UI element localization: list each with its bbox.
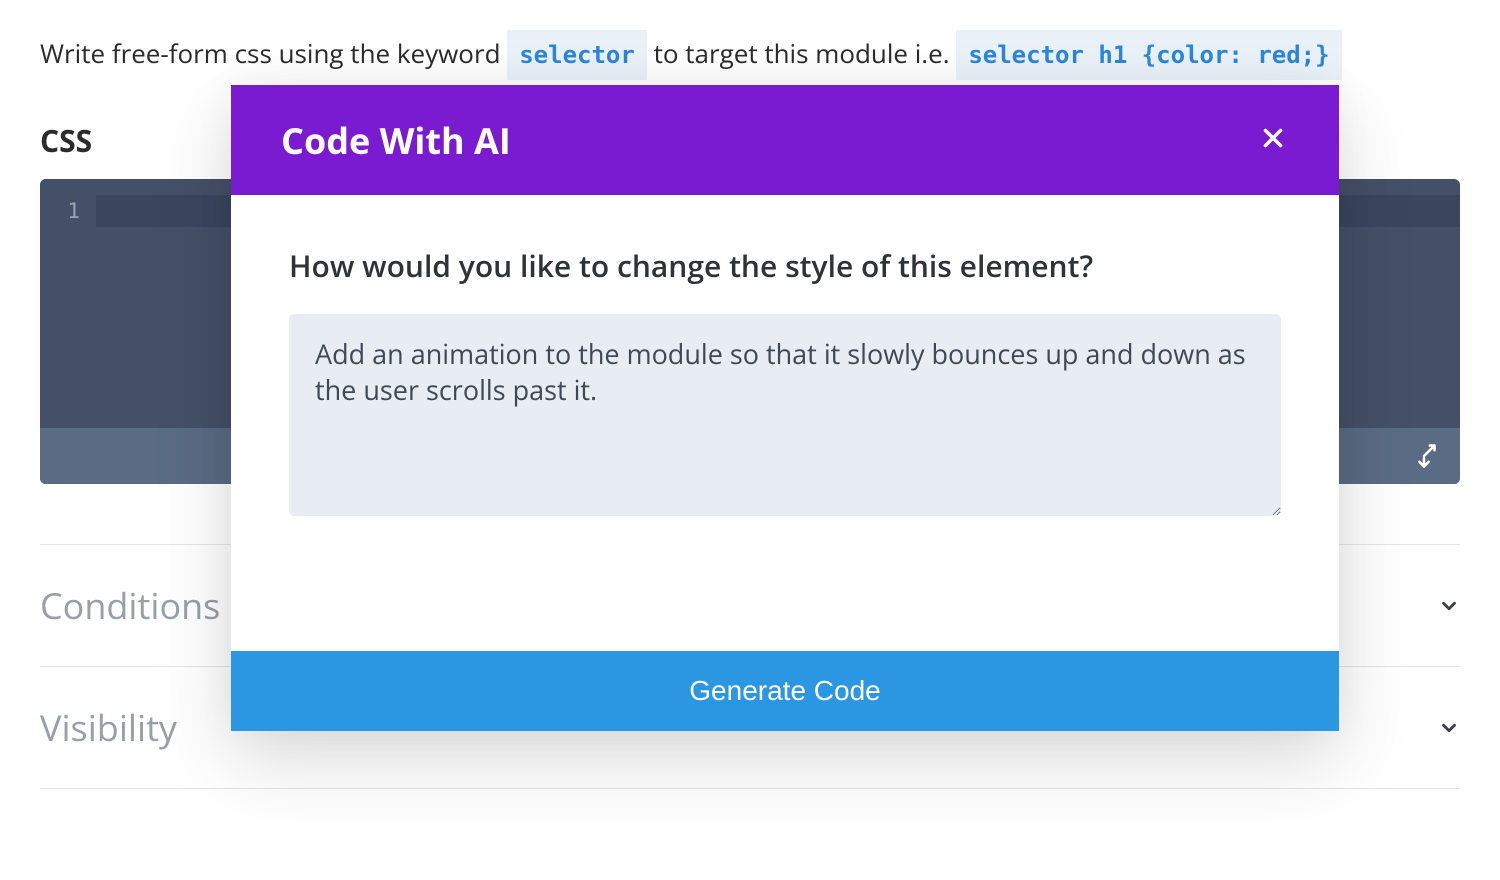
code-chip-selector: selector	[507, 30, 647, 80]
css-help-text: Write free-form css using the keyword se…	[40, 30, 1460, 80]
ai-prompt-input[interactable]	[289, 314, 1281, 516]
close-button[interactable]	[1257, 124, 1289, 156]
chevron-down-icon	[1438, 717, 1460, 739]
line-number-1: 1	[67, 199, 80, 223]
accordion-title-conditions: Conditions	[40, 581, 220, 630]
generate-code-button[interactable]: Generate Code	[231, 651, 1339, 731]
code-chip-example: selector h1 {color: red;}	[956, 30, 1341, 80]
help-text-pre: Write free-form css using the keyword	[40, 35, 507, 71]
accordion-title-visibility: Visibility	[40, 703, 177, 752]
modal-header: Code With AI	[231, 85, 1339, 195]
modal-body: How would you like to change the style o…	[231, 195, 1339, 551]
modal-footer: Generate Code	[231, 651, 1339, 731]
help-text-mid: to target this module i.e.	[654, 35, 957, 71]
chevron-down-icon	[1438, 595, 1460, 617]
modal-title: Code With AI	[281, 116, 511, 165]
expand-down-icon[interactable]	[1410, 442, 1438, 470]
close-icon	[1260, 125, 1286, 156]
code-with-ai-modal: Code With AI How would you like to chang…	[231, 85, 1339, 731]
modal-prompt: How would you like to change the style o…	[289, 245, 1281, 286]
